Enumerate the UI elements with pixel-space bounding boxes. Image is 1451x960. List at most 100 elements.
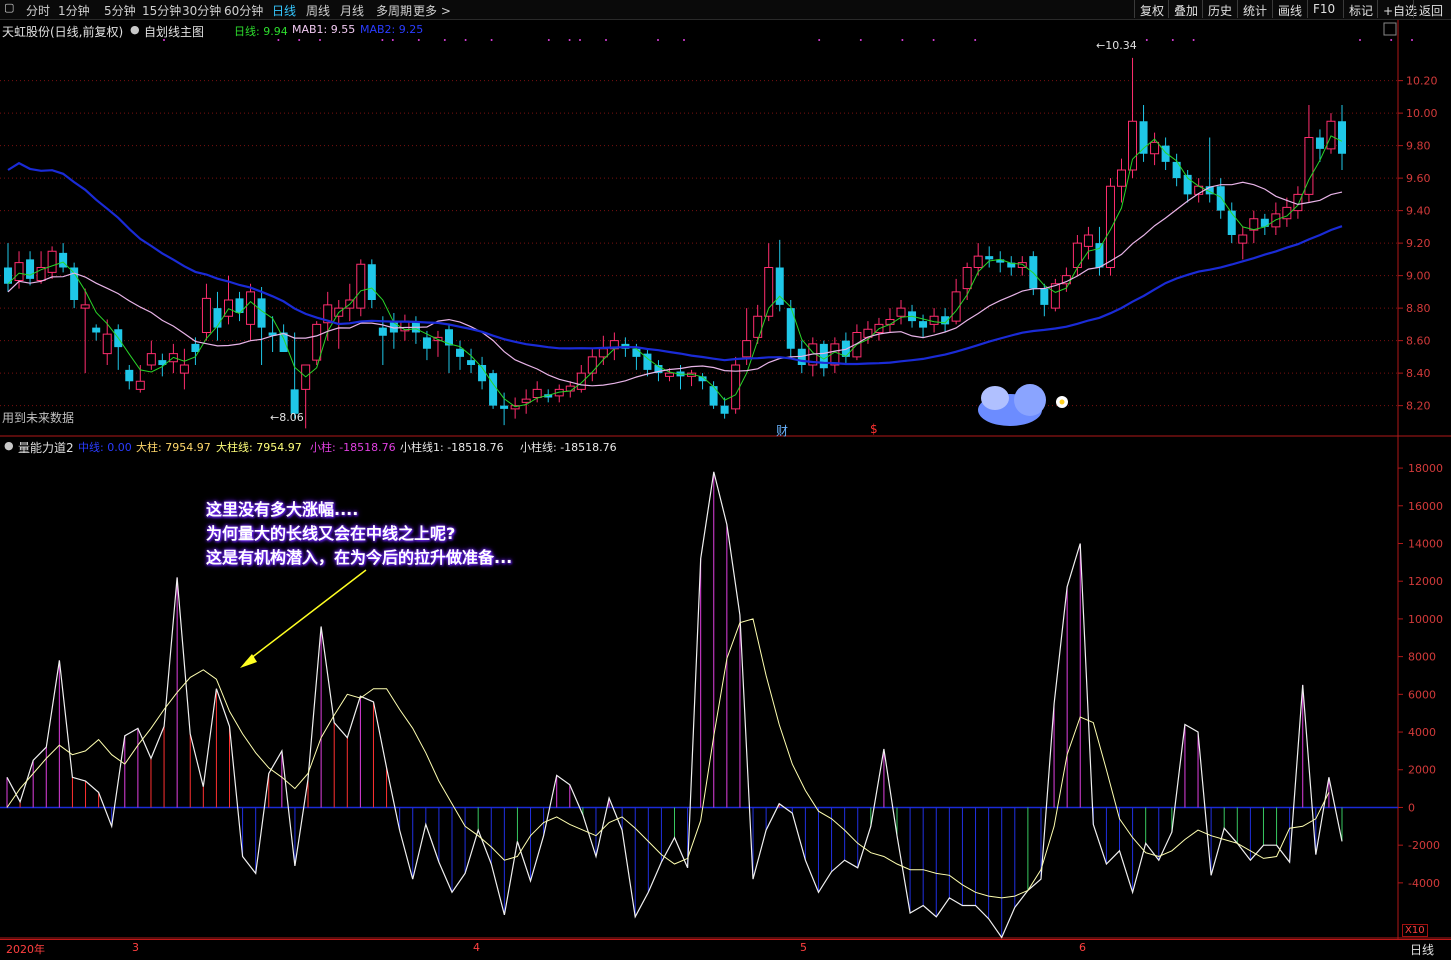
legend-mid: 中线: 0.00 [78,441,132,454]
event-dot [443,39,446,41]
candle-body-up [929,315,939,325]
volume-tick-label: 6000 [1408,688,1436,701]
price-tick-label: 10.20 [1406,75,1438,88]
big-bar-line [6,618,1330,899]
future-data-note: 用到未来数据 [2,411,75,425]
legend-big: 大柱: 7954.97 [136,441,211,454]
volume-tick-label: 2000 [1408,764,1436,777]
year-label: 2020年 [6,943,45,956]
legend-bigline: 大柱线: 7954.97 [216,441,302,454]
event-dot [490,39,493,41]
candle-body-up [742,340,752,358]
zoom-label[interactable]: X10 [1402,924,1428,937]
high-price-value: 10.34 [1105,39,1137,52]
price-tick-label: 9.20 [1406,237,1431,250]
event-dot [417,39,420,41]
price-tick-label: 10.00 [1406,107,1438,120]
candle-body-down [1095,243,1104,268]
event-dot [605,39,607,41]
event-dot [683,39,685,41]
candle-body-down [500,405,509,409]
event-dot [974,39,977,41]
price-tick-label: 9.40 [1406,205,1431,218]
sub-indicator-name[interactable]: 量能力道2 [18,439,74,456]
price-tick-label: 8.60 [1406,335,1431,348]
candle-body-up [896,307,906,317]
legend-smallline: 小柱线: -18518.76 [520,441,617,454]
candle-body-down [92,327,101,333]
event-dot [657,39,659,41]
candle-body-up [135,380,145,390]
event-dot [1171,39,1174,41]
volume-tick-label: 10000 [1408,613,1443,626]
event-dot [319,39,321,41]
candle-body-up [885,319,895,325]
candle-body-down [1227,210,1236,235]
candle-body-up [14,262,24,281]
candle-body-down [819,343,828,369]
event-dot [1390,39,1393,41]
legend-smallline1: 小柱线1: -18518.76 [400,441,504,454]
annotation-line-3: 这是有机构潜入，在为今后的拉升做准备... [206,548,513,567]
dividend-marker[interactable]: $ [870,422,878,436]
indicator-selector-icon[interactable]: ● [130,23,140,36]
event-dot [464,39,467,41]
annotation-arrow-line [245,569,367,663]
legend-day: 日线: 9.94 [234,25,288,38]
candle-body-up [179,364,189,374]
volume-tick-label: 16000 [1408,500,1443,513]
event-dot [1359,39,1361,41]
candle-body-up [962,267,972,290]
volume-tick-label: 0 [1408,801,1415,814]
period-label[interactable]: 日线 [1410,941,1434,958]
event-dot [1192,39,1195,41]
candle-body-up [830,343,840,366]
elephant-ear [981,386,1009,410]
candle-body-down [467,360,476,365]
event-dot [1145,39,1148,41]
main-indicator-name[interactable]: 自划线主图 [144,23,204,40]
event-dot [901,39,904,41]
event-dot [859,39,862,41]
ma-blue-line [7,161,1343,366]
annotation-callout: 这里没有多大涨幅.... 为何量大的长线又会在中线之上呢? 这是有机构潜入，在为… [206,498,606,570]
candle-body-down [125,369,134,382]
candle-body-up [521,398,531,403]
event-dot [391,39,394,41]
candle-body-up [1050,283,1060,309]
candle-body-up [598,348,608,358]
candle-body-up [587,356,597,374]
event-dot [818,39,821,41]
candle-body-down [720,405,729,414]
sub-indicator-icon[interactable]: ● [4,439,14,452]
candle-body-up [1117,169,1127,187]
price-tick-label: 9.60 [1406,172,1431,185]
event-dot [568,39,571,41]
annotation-line-2: 为何量大的长线又会在中线之上呢? [206,524,456,543]
legend-mab1: MAB1: 9.55 [292,23,356,36]
month-label-5: 5 [800,941,807,954]
volume-tick-label: 8000 [1408,651,1436,664]
low-price-label: ←8.06 [270,411,304,424]
candle-body-down [709,386,718,406]
candle-body-down [279,332,288,352]
candle-body-down [191,343,200,352]
elephant-head [1014,384,1046,416]
candle-body-down [1315,137,1324,149]
annotation-line-1: 这里没有多大涨幅.... [206,500,359,519]
price-tick-label: 8.80 [1406,302,1431,315]
high-price-label: ←10.34 [1096,39,1137,52]
candle-body-up [532,388,542,398]
month-label-6: 6 [1079,941,1086,954]
volume-tick-label: -4000 [1408,877,1440,890]
price-tick-label: 9.00 [1406,270,1431,283]
price-tick-label: 8.40 [1406,367,1431,380]
month-label-4: 4 [473,941,480,954]
finance-marker[interactable]: 财 [776,422,788,439]
candle-body-up [1150,141,1160,155]
candle-body-down [378,327,387,336]
price-tick-label: 8.20 [1406,400,1431,413]
event-dot [547,39,550,41]
candle-body-up [1326,120,1336,150]
event-dot [298,39,301,41]
